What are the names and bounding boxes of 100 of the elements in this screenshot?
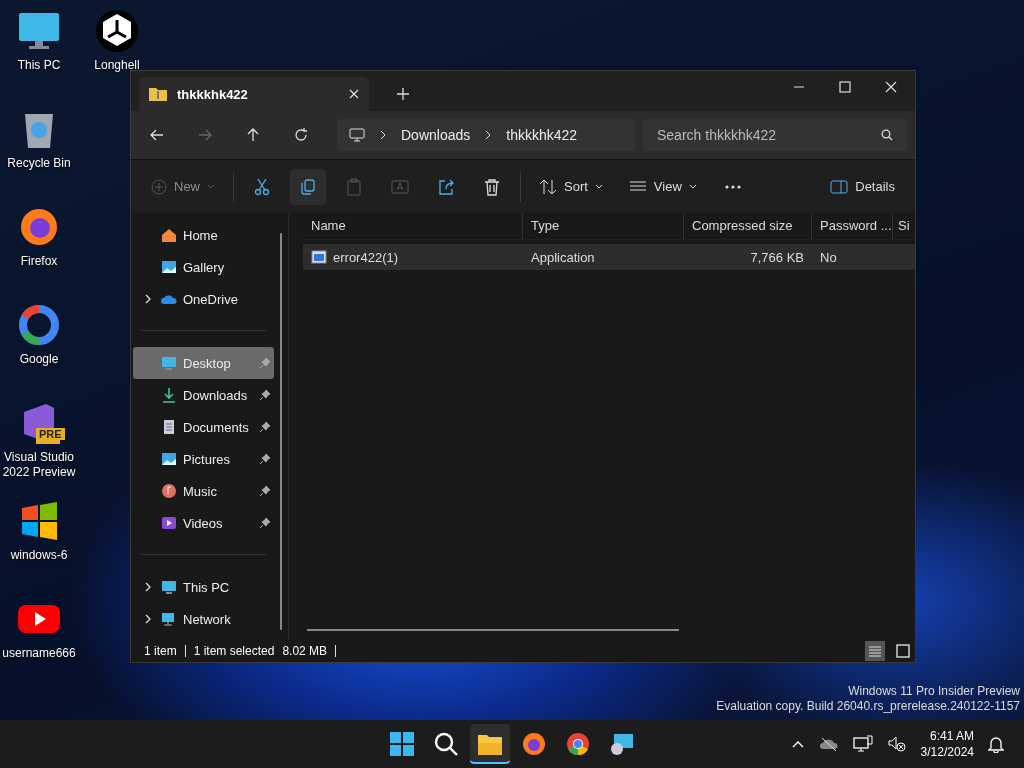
details-button[interactable]: Details [822, 168, 903, 205]
copy-icon[interactable] [290, 168, 326, 205]
sidebar-label: Desktop [183, 355, 232, 371]
video-icon [161, 515, 177, 531]
breadcrumb-item[interactable]: Downloads [401, 127, 471, 143]
zip-folder-icon [149, 87, 167, 101]
tiles-view-button[interactable] [893, 641, 913, 661]
column-header[interactable]: Compressed size [684, 213, 812, 239]
sidebar-item[interactable]: Gallery [133, 251, 274, 283]
sidebar-item[interactable]: Videos [133, 507, 274, 539]
pin-icon[interactable] [259, 421, 271, 433]
chevron-right-icon[interactable] [144, 294, 152, 304]
sidebar-item[interactable]: Network [133, 603, 274, 635]
chevron-down-icon [688, 183, 697, 190]
breadcrumb-item[interactable]: thkkkhk422 [506, 127, 578, 143]
square-icon [896, 644, 910, 658]
pin-icon[interactable] [259, 389, 271, 401]
sidebar-label: Downloads [183, 387, 249, 403]
desktop-icon [161, 579, 177, 595]
sort-arrows-icon [539, 178, 557, 195]
folder-tab[interactable]: thkkkhk422 [139, 77, 369, 111]
sidebar-item[interactable]: OneDrive [133, 283, 274, 315]
chevron-right-icon[interactable] [144, 614, 152, 624]
chevron-right-icon [484, 130, 493, 140]
music-icon [161, 483, 177, 499]
sidebar-label: Network [183, 611, 232, 627]
gallery-icon [161, 451, 177, 467]
search-icon [433, 731, 459, 757]
sidebar-label: Home [183, 227, 219, 243]
sidebar-item[interactable]: Desktop [133, 347, 274, 379]
cloud-icon[interactable] [818, 736, 839, 752]
clock[interactable]: 6:41 AM 3/12/2024 [920, 728, 974, 760]
sidebar-item[interactable]: Pictures [133, 443, 274, 475]
chevron-down-icon [207, 183, 215, 190]
sidebar-item[interactable]: Home [133, 219, 274, 251]
refresh-icon[interactable] [293, 127, 309, 143]
sidebar-item[interactable]: Downloads [133, 379, 274, 411]
view-button[interactable]: View [620, 168, 705, 205]
sidebar-item[interactable]: This PC [133, 571, 274, 603]
sidebar-label: Pictures [183, 451, 231, 467]
forward-arrow-icon[interactable] [197, 127, 213, 143]
shortcut-label: Firefox [19, 254, 59, 269]
new-tab-icon[interactable] [396, 87, 410, 101]
column-header[interactable]: Name [303, 213, 523, 239]
desktop-shortcut[interactable]: Google [0, 302, 78, 400]
details-pane-icon [830, 179, 849, 194]
chevron-up-icon[interactable] [790, 739, 805, 749]
desktop-shortcut[interactable]: windows-6 [0, 498, 78, 596]
chevron-right-icon [379, 130, 387, 140]
close-icon[interactable] [349, 89, 359, 99]
plus-circle-icon [151, 178, 167, 195]
scrollbar[interactable] [280, 233, 282, 630]
file-type: Application [530, 249, 596, 265]
shortcut-label: username666 [1, 646, 77, 661]
pin-icon[interactable] [259, 453, 271, 465]
column-header[interactable]: Type [523, 213, 684, 239]
sidebar-item[interactable]: Documents [133, 411, 274, 443]
close-icon[interactable] [885, 81, 897, 93]
os-build-text: Evaluation copy. Build 26040.rs_prerelease.240122-1157 [716, 699, 1020, 714]
up-arrow-icon[interactable] [245, 127, 261, 143]
sort-button[interactable]: Sort [531, 168, 611, 205]
sidebar-label: Videos [183, 515, 224, 531]
desktop-shortcut[interactable]: Firefox [0, 204, 78, 302]
chevron-down-icon [594, 183, 603, 190]
desktop-shortcut[interactable]: PRE Visual Studio 2022 Preview [0, 400, 78, 498]
chevron-right-icon[interactable] [144, 582, 152, 592]
pin-icon[interactable] [259, 517, 271, 529]
password-value: No [819, 249, 838, 265]
shortcut-label: Visual Studio 2022 Preview [1, 450, 77, 480]
speaker-muted-icon[interactable] [886, 735, 907, 753]
sidebar-label: This PC [183, 579, 231, 595]
selection-info: 1 item selected [193, 644, 275, 658]
date-text: 3/12/2024 [920, 744, 974, 760]
search-field[interactable]: Search thkkkhk422 [643, 119, 907, 151]
document-icon [161, 419, 177, 435]
column-header[interactable]: Si [893, 213, 915, 239]
bell-icon[interactable] [988, 735, 1004, 753]
shortcut-label: This PC [16, 58, 62, 73]
shortcut-label: windows-6 [9, 548, 69, 563]
desktop-shortcut[interactable]: Recycle Bin [0, 106, 78, 204]
desktop-shortcut[interactable]: This PC [0, 8, 78, 106]
sidebar-label: Gallery [183, 259, 226, 275]
file-row[interactable]: error422(1) Application 7,766 KB No [303, 244, 915, 270]
os-build-text: Windows 11 Pro Insider Preview [848, 684, 1020, 699]
maximize-icon[interactable] [839, 81, 851, 93]
network-icon[interactable] [852, 735, 873, 753]
back-arrow-icon[interactable] [149, 127, 165, 143]
network-icon [161, 611, 177, 627]
sidebar-item[interactable]: Music [133, 475, 274, 507]
windows-logo-icon [389, 731, 415, 757]
address-bar[interactable]: Downloads thkkkhk422 [337, 119, 635, 151]
shortcut-label: Longhell [93, 58, 141, 73]
column-header[interactable]: Password ... [812, 213, 893, 239]
sidebar-label: Documents [183, 419, 250, 435]
details-view-button[interactable] [865, 641, 885, 661]
desktop-shortcut[interactable]: username666 [0, 596, 78, 694]
scrollbar[interactable] [307, 629, 679, 631]
pin-icon[interactable] [259, 485, 271, 497]
gallery-icon [161, 259, 177, 275]
sidebar-label: Music [183, 483, 218, 499]
